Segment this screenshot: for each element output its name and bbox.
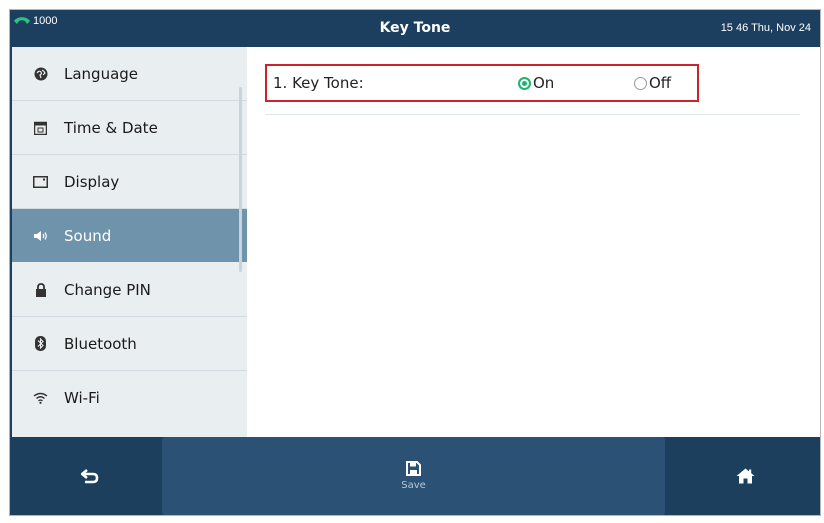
radio-unselected-icon bbox=[634, 76, 647, 90]
back-icon bbox=[81, 468, 99, 483]
home-icon bbox=[736, 468, 754, 484]
save-button[interactable]: Save bbox=[162, 437, 665, 515]
calendar-icon bbox=[32, 119, 49, 136]
radio-selected-icon bbox=[518, 76, 531, 90]
save-label: Save bbox=[401, 480, 426, 491]
settings-sidebar: Language Time & Date Display Sound Chang… bbox=[12, 47, 247, 437]
sidebar-item-wifi[interactable]: Wi-Fi bbox=[12, 371, 247, 424]
softkey-bar: Save bbox=[10, 437, 820, 515]
phone-screen: 1000 Key Tone 15 46 Thu, Nov 24 Language… bbox=[9, 9, 821, 516]
speaker-icon bbox=[32, 227, 49, 244]
sidebar-item-label: Time & Date bbox=[64, 118, 158, 137]
wifi-icon bbox=[32, 389, 49, 406]
key-tone-on-radio[interactable]: On bbox=[518, 74, 554, 92]
radio-on-label: On bbox=[533, 74, 555, 92]
status-bar: 1000 Key Tone 15 46 Thu, Nov 24 bbox=[10, 10, 820, 47]
sidebar-item-bluetooth[interactable]: Bluetooth bbox=[12, 317, 247, 371]
globe-icon bbox=[32, 65, 49, 82]
sidebar-item-display[interactable]: Display bbox=[12, 155, 247, 209]
date-time: 15 46 Thu, Nov 24 bbox=[720, 22, 811, 34]
sidebar-item-label: Display bbox=[64, 172, 120, 191]
row-divider bbox=[265, 114, 800, 115]
key-tone-label: 1. Key Tone: bbox=[273, 74, 364, 92]
sidebar-item-label: Sound bbox=[64, 226, 112, 245]
display-icon bbox=[32, 173, 49, 190]
sidebar-item-label: Wi-Fi bbox=[64, 388, 100, 407]
sidebar-item-time-date[interactable]: Time & Date bbox=[12, 101, 247, 155]
lock-icon bbox=[32, 281, 49, 298]
sidebar-item-label: Language bbox=[64, 64, 139, 83]
back-button[interactable] bbox=[30, 437, 150, 515]
page-title: Key Tone bbox=[379, 20, 451, 36]
radio-off-label: Off bbox=[649, 74, 672, 92]
bluetooth-icon bbox=[32, 335, 49, 352]
sidebar-scrollbar[interactable] bbox=[239, 87, 242, 272]
sidebar-item-label: Bluetooth bbox=[64, 334, 137, 353]
key-tone-setting-row: 1. Key Tone: On Off bbox=[265, 64, 699, 102]
sidebar-item-label: Change PIN bbox=[64, 280, 151, 299]
settings-content: 1. Key Tone: On Off bbox=[247, 47, 820, 437]
save-icon bbox=[406, 461, 421, 476]
sidebar-item-change-pin[interactable]: Change PIN bbox=[12, 263, 247, 317]
sidebar-item-sound[interactable]: Sound bbox=[12, 209, 247, 262]
sidebar-item-language[interactable]: Language bbox=[12, 47, 247, 101]
key-tone-off-radio[interactable]: Off bbox=[634, 74, 671, 92]
home-button[interactable] bbox=[690, 437, 800, 515]
